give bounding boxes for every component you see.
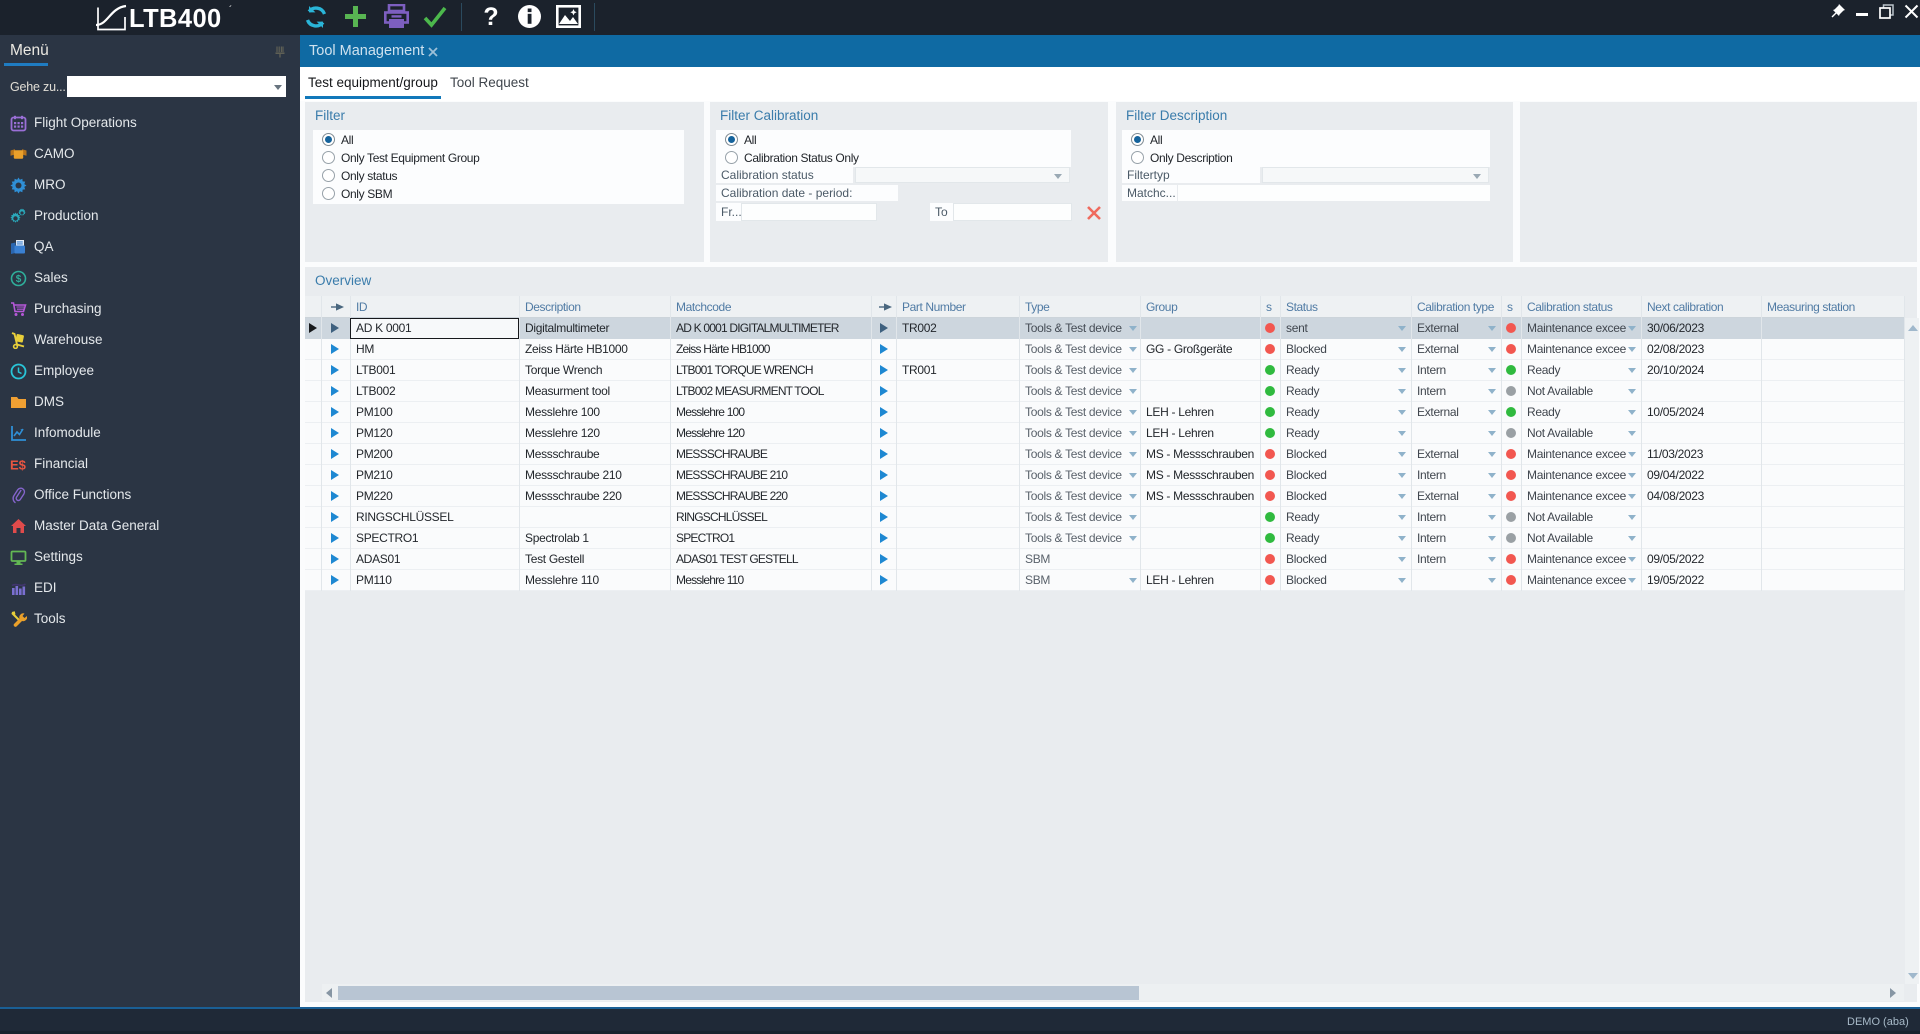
svg-text:LTB400: LTB400 (129, 5, 222, 32)
svg-text:$: $ (16, 274, 22, 285)
svg-text:´: ´ (229, 4, 232, 16)
svg-text:E$: E$ (10, 458, 27, 473)
